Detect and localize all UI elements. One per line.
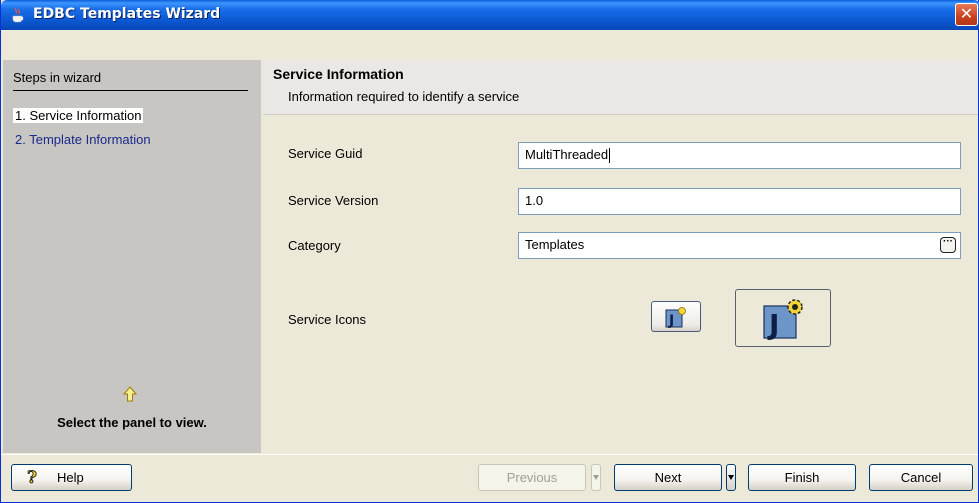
service-guid-value: MultiThreaded — [525, 147, 609, 162]
page-title: Service Information — [273, 66, 404, 82]
service-icons-label: Service Icons — [288, 312, 367, 327]
category-browse-button[interactable]: ··· — [940, 237, 956, 253]
steps-divider — [13, 90, 248, 91]
close-icon: ✕ — [959, 4, 974, 23]
page-subtitle: Information required to identify a servi… — [288, 89, 520, 104]
chevron-down-icon — [593, 475, 599, 480]
small-icon-button[interactable]: J — [651, 301, 701, 332]
cancel-button[interactable]: Cancel — [869, 464, 973, 491]
steps-panel: Steps in wizard 1. Service Information 2… — [3, 60, 261, 453]
svg-text:J: J — [668, 313, 674, 328]
java-coffee-icon — [12, 7, 24, 23]
next-button[interactable]: Next — [614, 464, 722, 491]
close-button[interactable]: ✕ — [955, 3, 978, 26]
java-large-icon: J — [763, 299, 803, 340]
title-bar[interactable]: EDBC Templates Wizard ✕ — [1, 0, 979, 30]
text-caret — [609, 148, 611, 164]
chevron-down-icon — [728, 475, 734, 480]
finish-button[interactable]: Finish — [748, 464, 856, 491]
large-icon-button[interactable]: J — [735, 289, 831, 347]
help-label: Help — [57, 470, 84, 485]
service-guid-label: Service Guid — [288, 146, 363, 161]
previous-dropdown-button[interactable] — [591, 464, 601, 491]
step-service-information[interactable]: 1. Service Information — [13, 108, 144, 123]
window-title: EDBC Templates Wizard — [33, 6, 221, 22]
button-bar: ? Help Previous Next Finish Cancel — [1, 454, 978, 501]
service-version-input[interactable]: 1.0 — [518, 188, 961, 215]
help-icon: ? — [27, 468, 38, 486]
category-value: Templates — [525, 237, 585, 252]
service-form: Service Guid MultiThreaded Service Versi… — [263, 116, 978, 453]
up-arrow-icon — [123, 386, 137, 402]
help-button[interactable]: ? Help — [11, 464, 132, 491]
service-version-label: Service Version — [288, 193, 379, 208]
category-input[interactable]: Templates ··· — [518, 232, 961, 259]
steps-header: Steps in wizard — [13, 70, 102, 85]
service-guid-input[interactable]: MultiThreaded — [518, 142, 961, 169]
service-version-value: 1.0 — [525, 193, 544, 208]
category-label: Category — [288, 238, 341, 253]
wizard-window: EDBC Templates Wizard ✕ Steps in wizard … — [0, 0, 979, 503]
content-header: Service Information Information required… — [263, 60, 978, 115]
java-small-icon: J — [665, 307, 686, 328]
svg-text:J: J — [767, 308, 779, 340]
previous-button[interactable]: Previous — [478, 464, 586, 491]
steps-hint: Select the panel to view. — [57, 415, 207, 430]
svg-text:?: ? — [27, 468, 37, 486]
next-dropdown-button[interactable] — [726, 464, 736, 491]
step-template-information[interactable]: 2. Template Information — [13, 132, 153, 147]
